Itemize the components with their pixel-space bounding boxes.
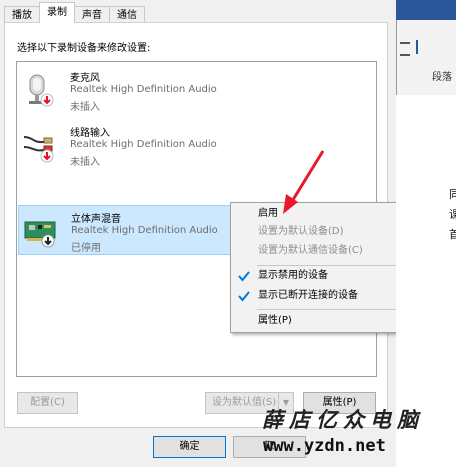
- background-word-window: 段落 同 课 首: [396, 0, 456, 467]
- doc-text: 课: [449, 208, 456, 221]
- line-spacing-icon[interactable]: [416, 40, 430, 54]
- title-bar: [396, 0, 456, 20]
- tab-recording[interactable]: 录制: [39, 2, 75, 23]
- watermark-title: 薛店亿众电脑: [262, 407, 424, 432]
- doc-text: 首: [449, 228, 456, 241]
- ribbon-group-label: 段落: [432, 72, 452, 83]
- annotation-arrow: [283, 150, 325, 214]
- doc-text: 同: [449, 188, 456, 201]
- watermark-url: www.yzdn.net: [263, 436, 386, 456]
- align-left-icon[interactable]: [400, 42, 410, 56]
